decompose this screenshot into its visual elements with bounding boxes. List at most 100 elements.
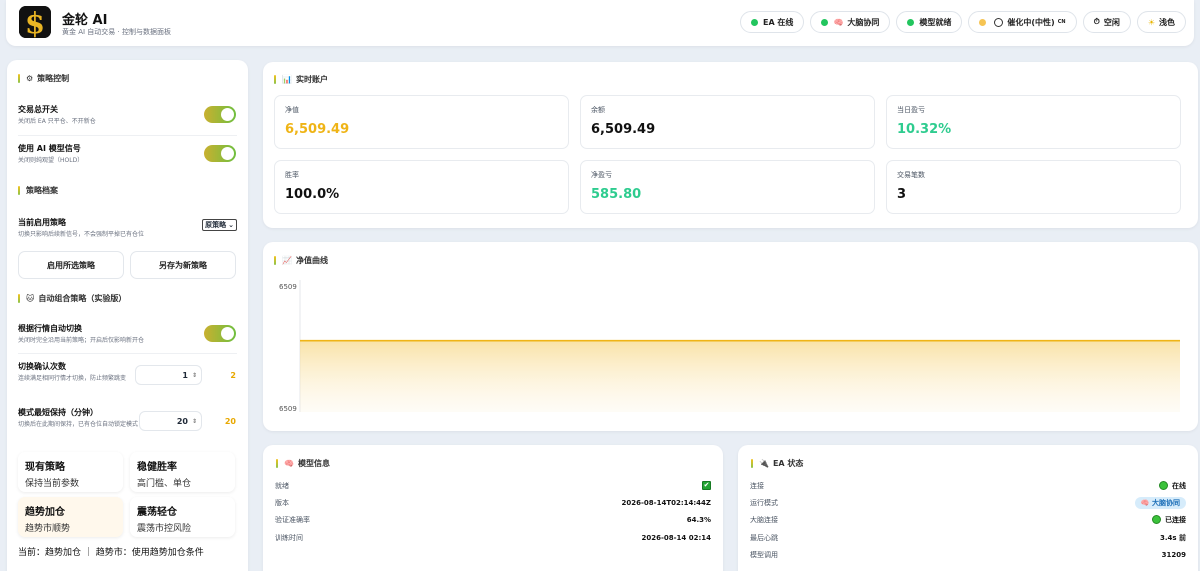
mode-name: 趋势加仓 [25,507,65,518]
pill-label: EA 在线 [762,17,794,27]
mode-badge: 🧠 大脑协同 [1134,496,1186,509]
section-title-text: 自动组合策略（实验版） [38,294,127,303]
stat-card: 交易笔数 3 [886,160,1181,214]
pill-label: 大脑协同 [847,17,880,27]
equity-chart: 6509 6509 [279,280,1180,413]
ea-calls-row: 模型调用 31209 [750,546,1186,563]
kv-value: 🧠 大脑协同 [1134,496,1186,509]
stat-card: 净值 6,509.49 [274,95,569,149]
sentiment-pill[interactable]: 催化中(中性) CN [968,11,1077,33]
status-dot-icon [821,18,829,26]
mode-card-current[interactable]: 现有策略 保持当前参数 [18,452,123,492]
auto-switch-desc: 关闭时完全沿用当前策略；开启后仅影响新开仓 [18,337,145,344]
kv-value: ✔ [702,481,711,490]
ea-online-pill[interactable]: EA 在线 [739,11,805,33]
top-header: $ 金轮 AI 黄金 AI 自动交易 · 控制与数据面板 EA 在线 🧠 大脑协同… [6,0,1194,46]
mode-card-steady[interactable]: 稳健胜率 高门槛、单仓 [130,452,235,492]
mode-name: 震荡轻仓 [137,507,177,518]
kv-key: 就绪 [275,481,289,490]
master-switch-toggle[interactable] [204,106,236,123]
auto-combo-title: 🐱 自动组合策略（实验版） [18,293,237,304]
section-bar [18,186,20,195]
strategy-profile-title: 策略档案 [18,185,237,196]
app-logo: $ [19,6,51,38]
section-bar [18,294,20,303]
pill-label: 催化中(中性) [1007,17,1055,27]
model-version-row: 版本 2026-08-14T02:14:44Z [275,494,711,511]
kv-value: 已连接 [1152,515,1186,525]
master-switch-desc: 关闭后 EA 只平仓、不开新仓 [18,118,96,125]
y-tick-label-top: 6509 [279,283,297,291]
account-panel: 📊 实时账户 净值 6,509.49 余额 6,509.49 当日盈亏 10.32% 胜率 10… [263,62,1198,228]
svg-text:$: $ [25,6,45,38]
stat-value: 6,509.49 [591,122,656,137]
toggle-knob [221,327,234,340]
mode-desc: 保持当前参数 [25,479,80,489]
section-bar [751,459,753,468]
section-bar [276,459,278,468]
app-subtitle: 黄金 AI 自动交易 · 控制与数据面板 [62,28,171,36]
min-hold-row: 模式最短保持（分钟） 切换后在此期间保持，已有仓位自动锁定模式 20 ⇕ 20 [18,407,237,431]
save-as-strategy-button[interactable]: 另存为新策略 [130,251,236,279]
stat-card: 余额 6,509.49 [580,95,875,149]
stat-label: 当日盈亏 [897,106,925,114]
chevron-down-icon: ⌄ [228,221,234,229]
status-pills: EA 在线 🧠 大脑协同 模型就绪 催化中(中性) CN ⏱ 空闲 ☀ 浅色 [739,11,1186,33]
stat-card: 当日盈亏 10.32% [886,95,1181,149]
strategy-panel: ⚙ 策略控制 交易总开关 关闭后 EA 只平仓、不开新仓 使用 AI 模型信号 关… [7,60,248,571]
plug-icon: 🔌 [759,459,769,468]
strategy-control-title: ⚙ 策略控制 [18,73,237,84]
ea-status-panel: 🔌 EA 状态 连接 在线 运行模式 🧠 大脑协同 大脑连接 已连接 最后心跳 3.4s … [738,445,1198,571]
min-hold-desc: 切换后在此期间保持，已有仓位自动锁定模式 [18,421,139,428]
brain-icon: 🧠 [833,17,844,27]
auto-switch-row: 根据行情自动切换 关闭时完全沿用当前策略；开启后仅影响新开仓 [18,323,237,345]
model-accuracy-row: 验证准确率 64.3% [275,511,711,528]
flat-pill[interactable]: ⏱ 空闲 [1082,11,1131,33]
account-title: 📊 实时账户 [274,74,328,85]
kv-value: 3.4s 前 [1159,533,1186,542]
sun-icon: ☀ [1147,17,1155,27]
divider [18,353,237,354]
auto-switch-toggle[interactable] [204,325,236,342]
ea-connection-row: 连接 在线 [750,477,1186,494]
kv-key: 运行模式 [750,498,778,507]
kv-value: 2026-08-14T02:14:44Z [621,498,711,507]
robot-icon: 🐱 [26,294,35,303]
toggle-knob [221,108,234,121]
kv-key: 模型调用 [750,550,778,559]
stat-value: 10.32% [897,122,952,137]
mode-desc: 高门槛、单仓 [137,479,192,489]
min-hold-stepper[interactable]: 20 ⇕ [139,411,202,431]
mode-name: 现有策略 [25,462,65,473]
kv-value: 64.3% [686,515,711,524]
stepper-arrows-icon: ⇕ [191,371,197,379]
confirm-count-label: 切换确认次数 [18,362,66,371]
status-dot-icon [907,18,915,26]
brain-sync-pill[interactable]: 🧠 大脑协同 [810,11,891,33]
kv-key: 最后心跳 [750,533,778,542]
ea-mode-row: 运行模式 🧠 大脑协同 [750,494,1186,511]
kv-key: 连接 [750,481,764,490]
ea-brain-row: 大脑连接 已连接 [750,511,1186,528]
section-title-text: 实时账户 [295,75,328,84]
kv-value-text: 在线 [1172,481,1186,490]
profile-select[interactable]: 原策略 ⌄ [202,219,237,231]
stat-label: 余额 [591,106,605,114]
mode-card-trend[interactable]: 趋势加仓 趋势市顺势 [18,497,123,537]
mode-desc: 趋势市顺势 [25,524,71,534]
mode-card-range[interactable]: 震荡轻仓 震荡市控风险 [130,497,235,537]
confirm-count-stepper[interactable]: 1 ⇕ [135,365,202,385]
kv-key: 大脑连接 [750,515,778,524]
apply-strategy-button[interactable]: 启用所选策略 [18,251,124,279]
theme-toggle-button[interactable]: ☀ 浅色 [1136,11,1186,33]
ai-signal-toggle[interactable] [204,145,236,162]
confirm-count-value: 2 [230,371,236,380]
stat-value: 3 [897,187,907,202]
ai-signal-desc: 关闭则纯观望（HOLD） [18,157,84,164]
stat-card: 胜率 100.0% [274,160,569,214]
stat-card: 净盈亏 585.80 [580,160,875,214]
model-info-title: 🧠 模型信息 [276,458,330,469]
stat-value: 100.0% [285,187,340,202]
model-ready-pill[interactable]: 模型就绪 [896,11,963,33]
kv-key: 验证准确率 [275,515,310,524]
